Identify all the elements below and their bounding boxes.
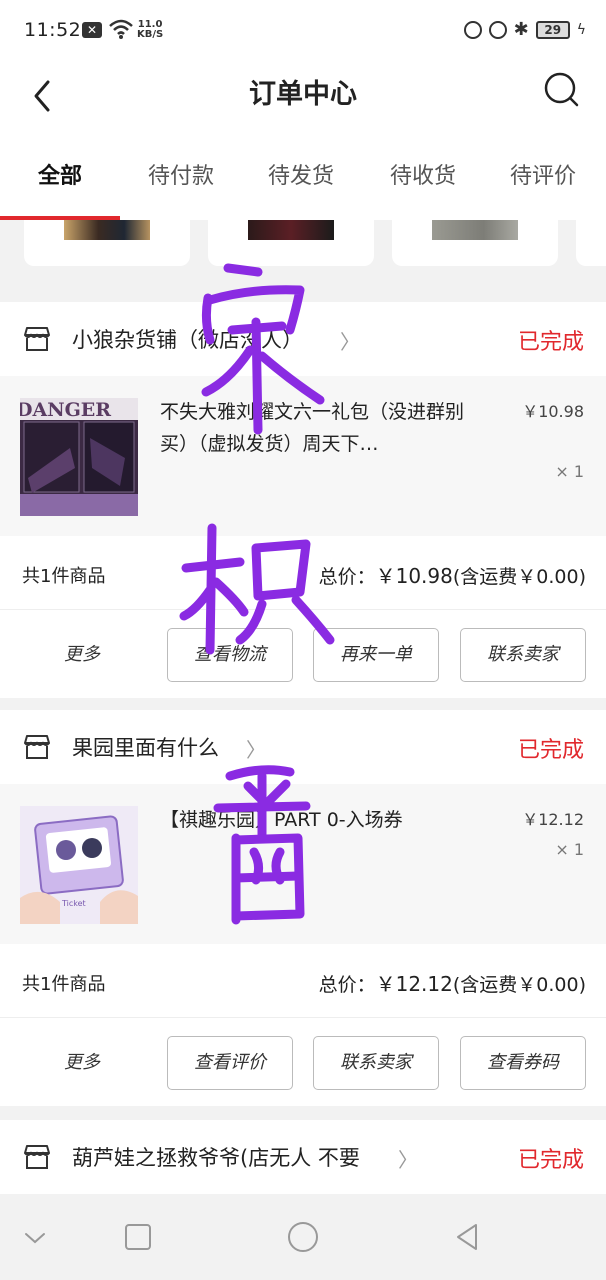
shop-icon bbox=[24, 735, 50, 759]
svg-text:DANGER: DANGER bbox=[20, 399, 111, 421]
product-title: 【祺趣乐园】PART 0-入场券 bbox=[160, 809, 403, 831]
view-review-button[interactable]: 查看评价 bbox=[167, 1036, 293, 1090]
shop-name: 小狼杂货铺（微店没人） bbox=[72, 328, 303, 352]
contact-seller-button[interactable]: 联系卖家 bbox=[460, 628, 586, 682]
tab-pending-receipt[interactable]: 待收货 bbox=[390, 158, 456, 190]
strip-card[interactable] bbox=[208, 220, 374, 266]
product-quantity: × 1 bbox=[555, 840, 584, 859]
order-summary: 共1件商品 总价：￥10.98(含运费￥0.00) bbox=[0, 536, 606, 610]
chevron-right-icon: 〉 bbox=[398, 1148, 418, 1172]
shop-name: 果园里面有什么 bbox=[72, 736, 219, 760]
order-actions: 更多 查看物流 再来一单 联系卖家 bbox=[0, 610, 606, 698]
item-count: 共1件商品 bbox=[22, 974, 106, 995]
reorder-button[interactable]: 再来一单 bbox=[313, 628, 439, 682]
total-label: 总价： bbox=[318, 974, 376, 996]
order-status: 已完成 bbox=[517, 738, 584, 763]
battery-level: 29 bbox=[535, 20, 570, 39]
lock-icon bbox=[488, 20, 507, 39]
net-speed-unit: KB/S bbox=[137, 29, 164, 40]
shop-row[interactable]: 果园里面有什么 〉 已完成 bbox=[0, 710, 606, 784]
shop-icon bbox=[24, 327, 50, 351]
status-icons: ✱ 29 ϟ bbox=[463, 19, 586, 40]
product-image: DANGER bbox=[20, 398, 138, 516]
total-price: ￥12.12 bbox=[375, 972, 453, 996]
app-header: 订单中心 bbox=[0, 60, 606, 136]
tab-all[interactable]: 全部 bbox=[38, 158, 82, 190]
shop-name: 葫芦娃之拯救爷爷(店无人 不要 bbox=[72, 1146, 360, 1170]
chevron-right-icon: 〉 bbox=[246, 738, 266, 762]
status-bar: 11:52 ✕ 11.0 KB/S ✱ 29 ϟ bbox=[0, 0, 606, 60]
order-status: 已完成 bbox=[517, 330, 584, 355]
total-price: ￥10.98 bbox=[375, 564, 453, 588]
shop-row[interactable]: 小狼杂货铺（微店没人） 〉 已完成 bbox=[0, 302, 606, 376]
order-card: 小狼杂货铺（微店没人） 〉 已完成 DANGER 不失大雅刘耀文六一礼包（没进群… bbox=[0, 302, 606, 698]
tab-pending-payment[interactable]: 待付款 bbox=[148, 158, 214, 190]
tab-pending-shipment[interactable]: 待发货 bbox=[268, 158, 334, 190]
order-item[interactable]: Ticket 【祺趣乐园】PART 0-入场券 ￥12.12 × 1 bbox=[0, 784, 606, 944]
shop-icon bbox=[24, 1145, 50, 1169]
strip-thumb bbox=[432, 220, 518, 240]
product-price: ￥10.98 bbox=[522, 402, 584, 421]
net-speed: 11.0 KB/S bbox=[137, 20, 163, 40]
contact-seller-button[interactable]: 联系卖家 bbox=[313, 1036, 439, 1090]
bluetooth-icon: ✱ bbox=[513, 19, 529, 40]
tab-pending-review[interactable]: 待评价 bbox=[510, 158, 576, 190]
recommend-strip bbox=[0, 220, 606, 286]
wifi-icon bbox=[109, 19, 133, 39]
product-price: ￥12.12 bbox=[522, 810, 584, 829]
dnd-icon bbox=[463, 20, 482, 39]
total-label: 总价： bbox=[318, 566, 376, 588]
order-tabs: 全部 待付款 待发货 待收货 待评价 bbox=[0, 136, 606, 220]
status-time: 11:52 bbox=[24, 19, 82, 41]
view-logistics-button[interactable]: 查看物流 bbox=[167, 628, 293, 682]
order-card: 葫芦娃之拯救爷爷(店无人 不要 〉 已完成 bbox=[0, 1120, 606, 1194]
notification-icon: ✕ bbox=[82, 22, 102, 38]
chevron-right-icon: 〉 bbox=[340, 330, 360, 354]
product-title: 不失大雅刘耀文六一礼包（没进群别买）（虚拟发货）周天下… bbox=[160, 401, 465, 455]
shop-row[interactable]: 葫芦娃之拯救爷爷(店无人 不要 〉 已完成 bbox=[0, 1120, 606, 1194]
strip-card[interactable] bbox=[576, 220, 606, 266]
item-count: 共1件商品 bbox=[22, 566, 106, 587]
strip-thumb bbox=[248, 220, 334, 240]
strip-thumb bbox=[64, 220, 150, 240]
strip-card[interactable] bbox=[24, 220, 190, 266]
search-icon[interactable] bbox=[542, 70, 582, 110]
order-status: 已完成 bbox=[517, 1148, 584, 1173]
shipping-note: (含运费￥0.00) bbox=[452, 566, 586, 588]
chevron-down-icon[interactable] bbox=[18, 1220, 52, 1254]
home-icon[interactable] bbox=[286, 1220, 320, 1254]
page-title: 订单中心 bbox=[249, 79, 357, 110]
charging-icon: ϟ bbox=[576, 21, 586, 38]
back-triangle-icon[interactable] bbox=[450, 1220, 484, 1254]
order-summary: 共1件商品 总价：￥12.12(含运费￥0.00) bbox=[0, 944, 606, 1018]
order-item[interactable]: DANGER 不失大雅刘耀文六一礼包（没进群别买）（虚拟发货）周天下… ￥10.… bbox=[0, 376, 606, 536]
more-button[interactable]: 更多 bbox=[64, 1048, 100, 1074]
view-voucher-code-button[interactable]: 查看券码 bbox=[460, 1036, 586, 1090]
recent-apps-icon[interactable] bbox=[121, 1220, 155, 1254]
svg-text:Ticket: Ticket bbox=[61, 899, 86, 908]
more-button[interactable]: 更多 bbox=[64, 640, 100, 666]
order-card: 果园里面有什么 〉 已完成 Ticket 【祺趣乐园】PART 0-入场券 ￥1… bbox=[0, 710, 606, 1106]
strip-card[interactable] bbox=[392, 220, 558, 266]
system-nav-bar bbox=[0, 1194, 606, 1280]
shipping-note: (含运费￥0.00) bbox=[452, 974, 586, 996]
order-total: 总价：￥12.12(含运费￥0.00) bbox=[319, 968, 586, 997]
order-total: 总价：￥10.98(含运费￥0.00) bbox=[319, 560, 586, 589]
order-actions: 更多 查看评价 联系卖家 查看券码 bbox=[0, 1018, 606, 1106]
product-quantity: × 1 bbox=[555, 462, 584, 481]
product-image: Ticket bbox=[20, 806, 138, 924]
